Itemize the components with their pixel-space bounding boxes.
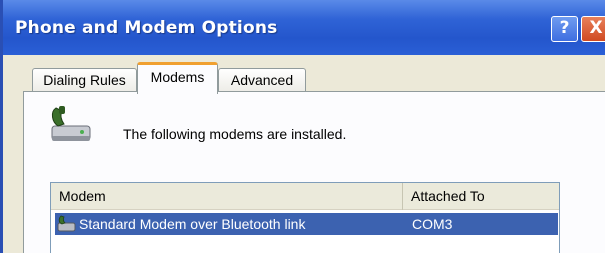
list-header: Modem Attached To: [51, 183, 559, 210]
modem-icon: [57, 215, 76, 232]
intro-text: The following modems are installed.: [123, 126, 347, 142]
tab-modems[interactable]: Modems: [137, 62, 218, 94]
dialog-body: Dialing Rules Modems Advanced The follow…: [6, 55, 605, 253]
window-title: Phone and Modem Options: [15, 18, 278, 38]
title-bar[interactable]: Phone and Modem Options ? X: [3, 0, 605, 55]
close-button[interactable]: X: [581, 16, 605, 42]
close-icon: X: [589, 18, 603, 38]
attached-port: COM3: [412, 216, 453, 232]
tab-dialing-rules[interactable]: Dialing Rules: [32, 68, 137, 93]
tab-advanced[interactable]: Advanced: [218, 68, 306, 93]
list-item[interactable]: Standard Modem over Bluetooth link COM3: [55, 213, 558, 235]
help-button[interactable]: ?: [551, 16, 578, 42]
help-icon: ?: [559, 18, 570, 38]
column-header-modem[interactable]: Modem: [51, 183, 403, 210]
phone-modem-icon: [51, 106, 91, 141]
phone-and-modem-options-dialog: Phone and Modem Options ? X Dialing Rule…: [0, 0, 605, 253]
modem-name: Standard Modem over Bluetooth link: [79, 216, 306, 232]
modems-tab-panel: The following modems are installed. Mode…: [23, 91, 605, 253]
modem-list[interactable]: Modem Attached To Standard Modem over Bl…: [50, 182, 560, 253]
column-header-attached-to[interactable]: Attached To: [403, 183, 559, 210]
